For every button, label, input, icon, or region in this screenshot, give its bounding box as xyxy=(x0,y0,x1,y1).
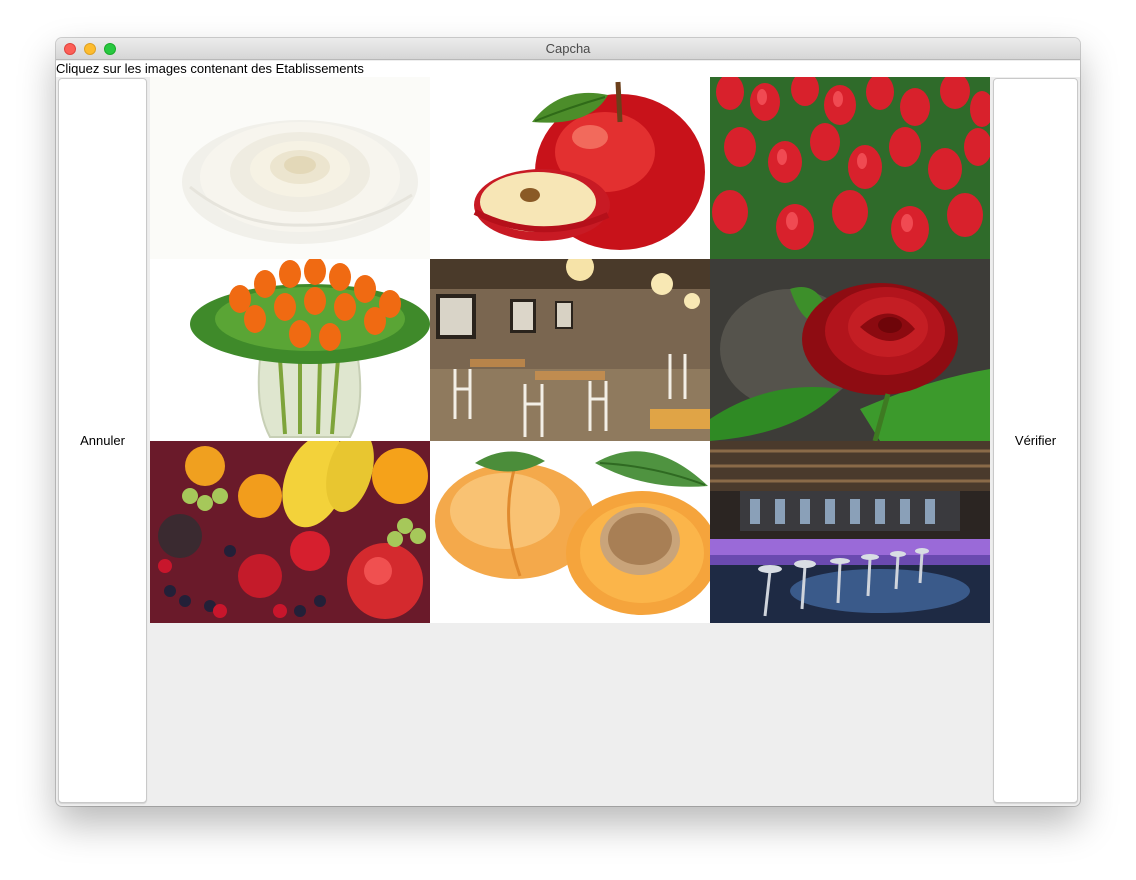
mixed-fruits-image xyxy=(150,441,430,623)
cancel-button[interactable]: Annuler xyxy=(58,78,147,803)
red-apple-image xyxy=(430,77,710,259)
captcha-tile-apricots[interactable] xyxy=(430,441,710,623)
bar-image xyxy=(710,441,990,623)
tulip-bouquet-image xyxy=(150,259,430,441)
white-rose-image xyxy=(150,77,430,259)
instruction-bar: Cliquez sur les images contenant des Eta… xyxy=(56,61,1080,77)
captcha-tile-restaurant[interactable] xyxy=(430,259,710,441)
verify-button-label: Vérifier xyxy=(1014,433,1057,448)
captcha-tile-tulip-field[interactable] xyxy=(710,77,990,259)
window-title: Capcha xyxy=(545,41,591,56)
captcha-tile-white-rose[interactable] xyxy=(150,77,430,259)
title-bar: Capcha xyxy=(56,38,1080,60)
captcha-tile-red-apple[interactable] xyxy=(430,77,710,259)
captcha-tile-tulip-bouquet[interactable] xyxy=(150,259,430,441)
apricots-image xyxy=(430,441,710,623)
captcha-tile-bar[interactable] xyxy=(710,441,990,623)
restaurant-image xyxy=(430,259,710,441)
cancel-button-label: Annuler xyxy=(80,433,125,448)
captcha-tile-red-rose[interactable] xyxy=(710,259,990,441)
instruction-label: Cliquez sur les images contenant des Eta… xyxy=(56,61,364,76)
tulip-field-image xyxy=(710,77,990,259)
captcha-window: Capcha Cliquez sur les images contenant … xyxy=(56,38,1080,806)
red-rose-image xyxy=(710,259,990,441)
captcha-tile-mixed-fruits[interactable] xyxy=(150,441,430,623)
verify-button[interactable]: Vérifier xyxy=(993,78,1078,803)
captcha-image-grid xyxy=(150,77,990,623)
